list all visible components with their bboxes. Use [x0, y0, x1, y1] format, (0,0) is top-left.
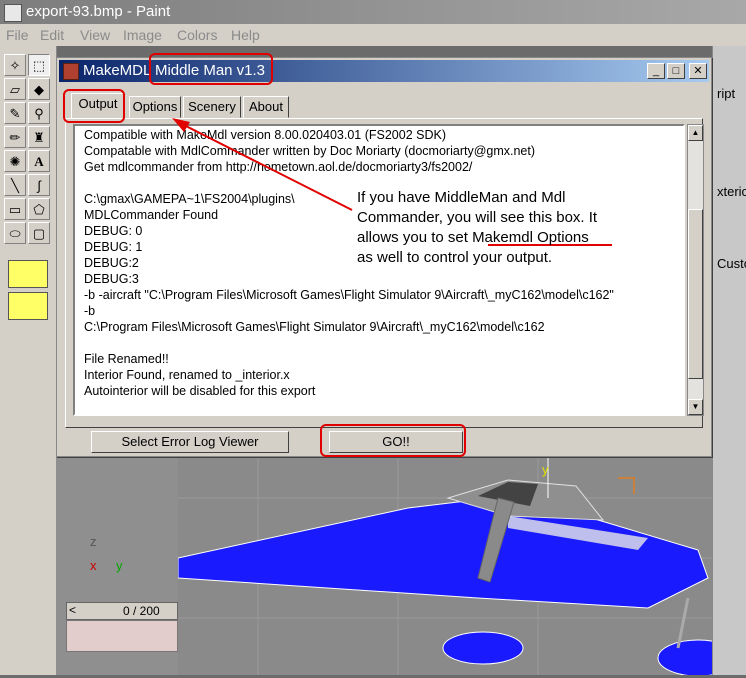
annotation-arrow	[172, 118, 612, 246]
callout-line-4: as well to control your output.	[357, 249, 553, 266]
callout-line-2: Commander, you will see this box. It	[357, 209, 598, 226]
callout-line-3: allows you to set Makemdl Options	[357, 229, 589, 246]
annotation-callout: If you have MiddleMan and Mdl Commander,…	[357, 188, 597, 268]
callout-line-1: If you have MiddleMan and Mdl	[357, 189, 566, 206]
callout-underlined: Makemdl Options	[472, 229, 589, 246]
